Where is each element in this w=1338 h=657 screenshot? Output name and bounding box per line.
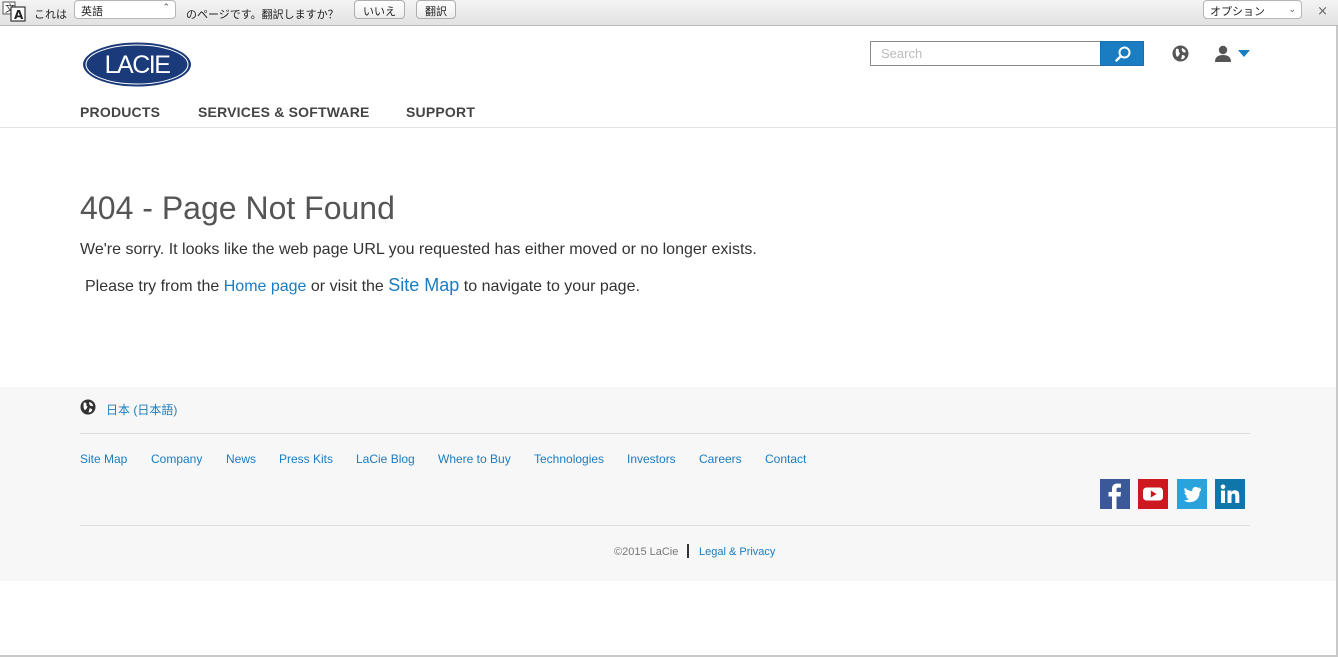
globe-icon[interactable] — [1172, 45, 1189, 62]
footer: 日本 (日本語) Site Map Company News Press Kit… — [0, 387, 1338, 581]
footer-language-link[interactable]: 日本 (日本語) — [106, 401, 177, 418]
footer-link-press-kits[interactable]: Press Kits — [279, 452, 333, 466]
translate-bar: 文 A これは 英語 ⌃ のページです。翻訳しますか？ いいえ 翻訳 オプション… — [0, 0, 1338, 26]
nav-support[interactable]: SUPPORT — [406, 104, 475, 120]
site-map-link[interactable]: Site Map — [388, 275, 459, 295]
close-icon[interactable]: × — [1317, 4, 1328, 19]
linkedin-icon[interactable] — [1215, 479, 1245, 509]
footer-separator — [687, 544, 689, 558]
footer-link-lacie-blog[interactable]: LaCie Blog — [356, 452, 415, 466]
facebook-icon[interactable] — [1100, 479, 1130, 509]
footer-link-site-map[interactable]: Site Map — [80, 452, 127, 466]
footer-link-investors[interactable]: Investors — [627, 452, 676, 466]
hint-suffix: to navigate to your page. — [463, 278, 640, 295]
lacie-logo[interactable]: LACIE — [82, 42, 192, 87]
legal-privacy-link[interactable]: Legal & Privacy — [699, 546, 775, 558]
hint-middle: or visit the — [310, 278, 384, 295]
account-menu[interactable] — [1213, 45, 1253, 63]
youtube-icon[interactable] — [1138, 479, 1168, 509]
translate-prefix: これは — [34, 8, 67, 21]
twitter-icon[interactable] — [1177, 479, 1207, 509]
search-input[interactable] — [870, 41, 1101, 66]
header-divider — [0, 127, 1338, 128]
translate-question: のページです。翻訳しますか？ — [186, 8, 339, 21]
footer-link-where-to-buy[interactable]: Where to Buy — [438, 452, 511, 466]
chevron-down-icon: ⌄ — [1288, 5, 1296, 15]
footer-link-technologies[interactable]: Technologies — [534, 452, 604, 466]
error-message: We're sorry. It looks like the web page … — [80, 241, 757, 258]
search-icon — [1115, 46, 1131, 62]
nav-products[interactable]: PRODUCTS — [80, 104, 160, 120]
footer-divider — [80, 433, 1250, 434]
search-button[interactable] — [1100, 41, 1144, 66]
svg-text:LACIE: LACIE — [105, 51, 171, 79]
language-select-value: 英語 — [81, 5, 103, 18]
translate-button[interactable]: 翻訳 — [416, 0, 456, 19]
footer-divider — [80, 525, 1250, 526]
language-select[interactable]: 英語 ⌃ — [74, 0, 176, 19]
footer-link-contact[interactable]: Contact — [765, 452, 806, 466]
navigation-hint: Please try from the Home page or visit t… — [85, 275, 640, 296]
options-select[interactable]: オプション ⌄ — [1203, 0, 1302, 19]
nav-services-software[interactable]: SERVICES & SOFTWARE — [198, 104, 370, 120]
options-select-value: オプション — [1210, 5, 1265, 18]
globe-icon — [80, 399, 96, 415]
select-arrows-icon: ⌃ — [162, 3, 170, 13]
user-icon — [1215, 45, 1250, 62]
caret-down-icon — [1238, 50, 1250, 57]
page-title: 404 - Page Not Found — [80, 190, 395, 226]
no-button[interactable]: いいえ — [354, 0, 405, 19]
footer-link-careers[interactable]: Careers — [699, 452, 742, 466]
translate-icon: 文 A — [2, 1, 26, 22]
footer-link-company[interactable]: Company — [151, 452, 202, 466]
hint-prefix: Please try from the — [85, 278, 220, 295]
svg-text:A: A — [14, 8, 24, 22]
footer-link-news[interactable]: News — [226, 452, 256, 466]
copyright-text: ©2015 LaCie — [614, 546, 679, 558]
home-page-link[interactable]: Home page — [224, 278, 307, 295]
search-box — [870, 41, 1144, 66]
